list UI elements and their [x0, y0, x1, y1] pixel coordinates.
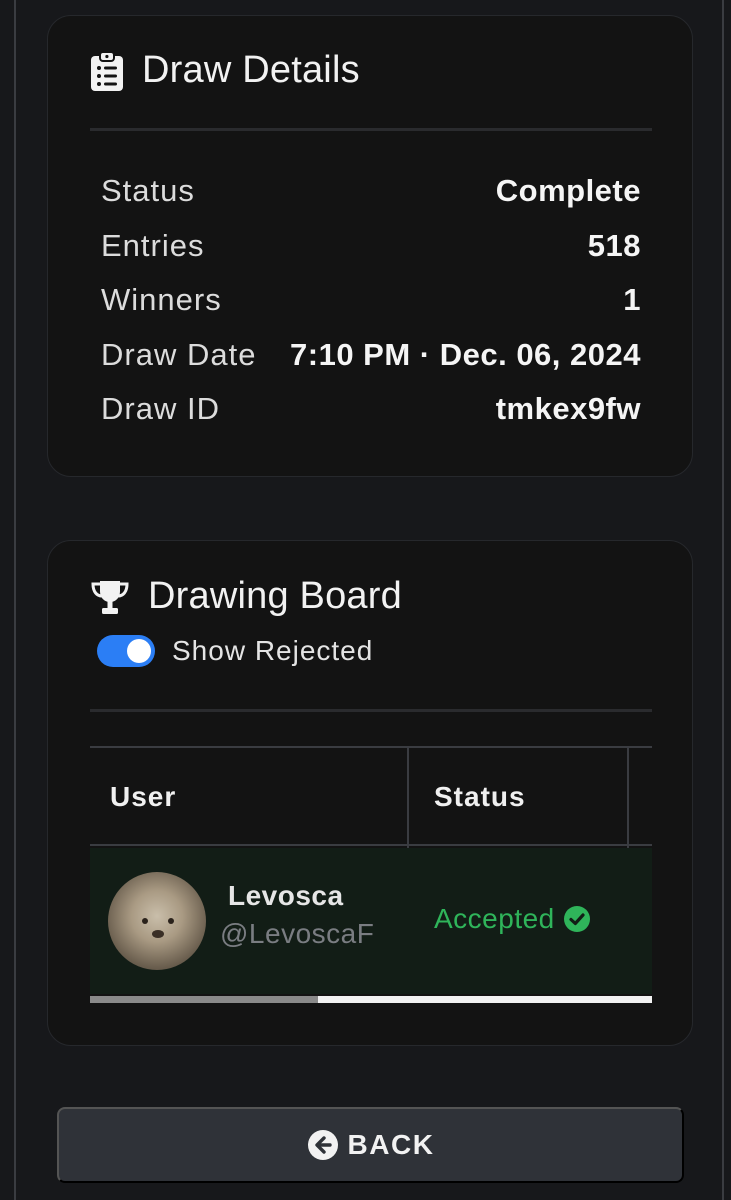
- scrollbar-thumb[interactable]: [90, 996, 318, 1003]
- back-button[interactable]: BACK: [57, 1107, 684, 1183]
- show-rejected-toggle[interactable]: [97, 635, 155, 667]
- avatar-eye: [142, 918, 148, 924]
- user-name[interactable]: Levosca: [228, 880, 344, 912]
- table-header: User Status: [90, 746, 652, 846]
- divider: [90, 128, 652, 131]
- toggle-knob: [127, 639, 151, 663]
- detail-row-winners: Winners 1: [101, 273, 641, 328]
- detail-row-draw-id: Draw ID tmkex9fw: [101, 382, 641, 437]
- detail-value: tmkex9fw: [495, 391, 641, 427]
- detail-value: 1: [623, 282, 641, 318]
- drawing-board-card: Drawing Board Show Rejected User Status …: [47, 540, 693, 1046]
- clipboard-list-icon: [90, 50, 124, 91]
- detail-label: Entries: [101, 227, 205, 263]
- draw-details-header: Draw Details: [90, 49, 360, 92]
- draw-details-title: Draw Details: [142, 49, 360, 91]
- detail-row-entries: Entries 518: [101, 219, 641, 274]
- table-row[interactable]: Levosca @LevoscaF Accepted: [90, 848, 652, 994]
- drawing-board-title: Drawing Board: [148, 575, 402, 617]
- user-handle[interactable]: @LevoscaF: [220, 918, 406, 950]
- detail-row-draw-date: Draw Date 7:10 PM · Dec. 06, 2024: [101, 328, 641, 383]
- entries-table[interactable]: User Status Levosca @LevoscaF Accepted: [90, 746, 652, 1010]
- detail-row-status: Status Complete: [101, 164, 641, 219]
- detail-label: Status: [101, 173, 195, 209]
- show-rejected-label: Show Rejected: [172, 635, 374, 666]
- detail-label: Draw ID: [101, 391, 220, 427]
- trophy-icon: [90, 577, 130, 617]
- avatar-eye: [168, 918, 174, 924]
- show-rejected-toggle-row: Show Rejected: [97, 635, 373, 667]
- check-circle-icon: [563, 905, 591, 933]
- arrow-circle-left-icon: [307, 1129, 339, 1161]
- avatar: [108, 872, 206, 970]
- status-text: Accepted: [434, 903, 555, 934]
- avatar-nose: [152, 930, 164, 938]
- detail-value: 518: [587, 227, 641, 263]
- horizontal-scrollbar[interactable]: [90, 996, 652, 1003]
- drawing-board-header: Drawing Board: [90, 575, 402, 618]
- details-list: Status Complete Entries 518 Winners 1 Dr…: [101, 164, 641, 444]
- draw-details-card: Draw Details Status Complete Entries 518…: [47, 15, 693, 477]
- detail-label: Winners: [101, 282, 222, 318]
- back-button-label: BACK: [347, 1129, 435, 1160]
- detail-label: Draw Date: [101, 336, 257, 372]
- detail-value: 7:10 PM · Dec. 06, 2024: [290, 336, 641, 372]
- detail-value: Complete: [495, 173, 641, 209]
- status-badge: Accepted: [434, 903, 591, 935]
- divider: [90, 709, 652, 712]
- column-header-status[interactable]: Status: [434, 748, 526, 846]
- column-header-user[interactable]: User: [110, 748, 176, 846]
